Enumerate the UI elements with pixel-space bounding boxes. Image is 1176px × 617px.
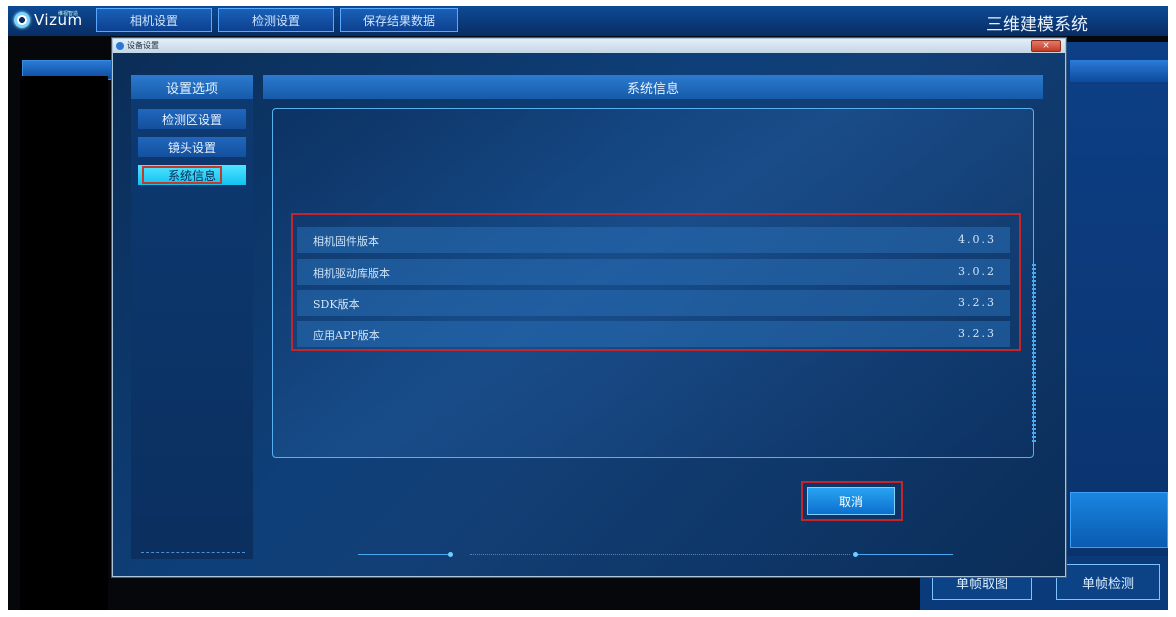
info-label: 相机固件版本 — [313, 235, 379, 248]
close-button[interactable]: × — [1031, 40, 1061, 52]
background-view-area — [20, 76, 108, 610]
dialog-app-icon — [116, 42, 124, 50]
detection-settings-button[interactable]: 检测设置 — [218, 8, 334, 32]
dialog-body: 设置选项 检测区设置 镜头设置 系统信息 系统信息 相机固件版本 4.0.3 相… — [113, 53, 1065, 576]
sidebar-header: 设置选项 — [131, 75, 253, 99]
info-label: 应用APP版本 — [313, 329, 380, 342]
settings-sidebar: 设置选项 检测区设置 镜头设置 系统信息 — [131, 75, 253, 559]
single-frame-detect-button[interactable]: 单帧检测 — [1056, 564, 1160, 600]
sidebar-item-detection-area[interactable]: 检测区设置 — [138, 109, 246, 129]
info-row-camera-driver: 相机驱动库版本 3.0.2 — [297, 259, 1010, 285]
dialog-titlebar: 设备设置 × — [113, 39, 1065, 53]
sidebar-footer-divider — [141, 552, 245, 555]
settings-dialog: 设备设置 × 设置选项 检测区设置 镜头设置 系统信息 系统信息 相机固件版本 … — [112, 38, 1066, 577]
deco-line — [358, 554, 448, 555]
deco-dashes — [470, 554, 850, 556]
close-icon: × — [1042, 41, 1050, 51]
dialog-title: 设备设置 — [127, 41, 159, 50]
scrollbar[interactable] — [1032, 264, 1036, 444]
background-right-strip — [1070, 60, 1168, 82]
logo: Vizum 维视智造 — [14, 11, 83, 29]
app-title: 三维建模系统 — [986, 15, 1088, 35]
info-value: 4.0.3 — [958, 233, 996, 246]
top-bar: Vizum 维视智造 相机设置 检测设置 保存结果数据 三维建模系统 — [8, 6, 1168, 36]
info-row-sdk: SDK版本 3.2.3 — [297, 290, 1010, 316]
active-item-highlight — [142, 166, 222, 184]
deco-dot — [448, 552, 453, 557]
info-value: 3.2.3 — [958, 327, 996, 340]
save-results-button[interactable]: 保存结果数据 — [340, 8, 458, 32]
cancel-button[interactable]: 取消 — [807, 487, 895, 515]
panel-header: 系统信息 — [263, 75, 1043, 99]
bottom-decoration — [358, 552, 953, 557]
deco-line — [858, 554, 953, 555]
info-label: SDK版本 — [313, 298, 360, 311]
logo-subtext: 维视智造 — [58, 11, 79, 17]
logo-icon — [14, 12, 30, 28]
info-row-app: 应用APP版本 3.2.3 — [297, 321, 1010, 347]
info-value: 3.2.3 — [958, 296, 996, 309]
system-info-panel: 系统信息 相机固件版本 4.0.3 相机驱动库版本 3.0.2 SDK版本 3.… — [263, 75, 1043, 559]
info-row-camera-firmware: 相机固件版本 4.0.3 — [297, 227, 1010, 253]
camera-settings-button[interactable]: 相机设置 — [96, 8, 212, 32]
info-value: 3.0.2 — [958, 265, 996, 278]
info-label: 相机驱动库版本 — [313, 267, 390, 280]
background-right-glow — [1070, 492, 1168, 548]
sidebar-item-lens[interactable]: 镜头设置 — [138, 137, 246, 157]
